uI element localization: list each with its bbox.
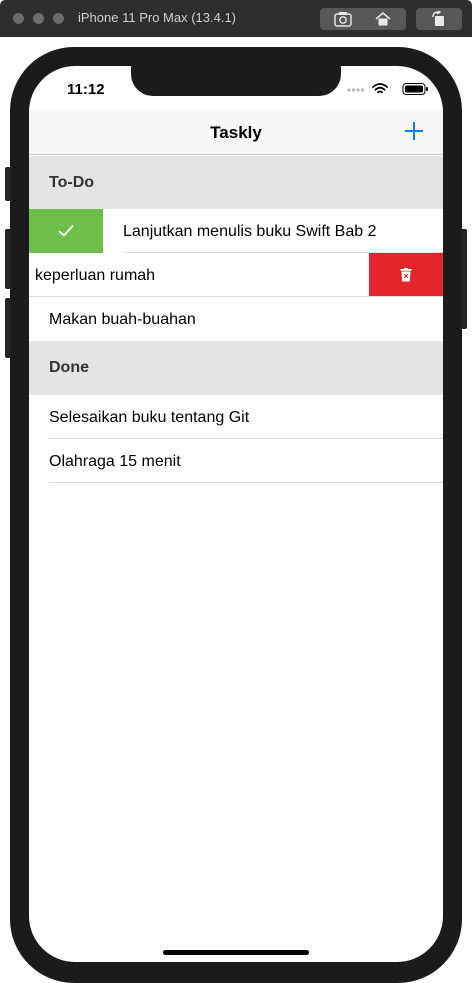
device-screen: 11:12 Taskly To-Do Lanjutkan menulis buk… [29, 66, 443, 962]
page-title: Taskly [210, 123, 262, 142]
navigation-bar: Taskly [29, 110, 443, 155]
battery-icon [402, 83, 428, 95]
zoom-window-button[interactable] [53, 13, 64, 24]
notch [131, 66, 341, 96]
simulator-title-bar: iPhone 11 Pro Max (13.4.1) [0, 0, 472, 37]
volume-up-button [5, 229, 11, 289]
camera-icon [334, 12, 352, 27]
silent-switch [5, 167, 11, 201]
close-window-button[interactable] [13, 13, 24, 24]
task-label: Olahraga 15 menit [49, 453, 181, 470]
checkmark-icon [58, 225, 74, 237]
task-row[interactable]: Makan buah-buahan [29, 297, 443, 341]
complete-action-button[interactable] [29, 209, 103, 253]
rotate-icon [432, 11, 444, 26]
home-icon [375, 11, 391, 26]
section-title: To-Do [49, 174, 95, 191]
task-row[interactable]: keperluan rumah [29, 253, 443, 297]
task-label: Makan buah-buahan [49, 311, 196, 328]
volume-down-button [5, 298, 11, 358]
section-header-todo: To-Do [29, 156, 443, 210]
status-indicators [347, 82, 431, 96]
rotate-button[interactable] [416, 8, 462, 30]
home-button[interactable] [360, 8, 406, 30]
home-indicator[interactable] [163, 950, 309, 955]
minimize-window-button[interactable] [33, 13, 44, 24]
delete-action-button[interactable] [369, 253, 443, 297]
status-time: 11:12 [67, 81, 105, 98]
window-title: iPhone 11 Pro Max (13.4.1) [78, 10, 237, 25]
trash-icon [400, 268, 412, 282]
wifi-icon [372, 83, 388, 94]
plus-icon [405, 122, 423, 140]
section-header-done: Done [29, 341, 443, 395]
add-task-button[interactable] [399, 116, 429, 146]
task-row[interactable]: Selesaikan buku tentang Git [29, 395, 443, 439]
side-power-button [461, 229, 467, 329]
section-title: Done [49, 359, 89, 376]
task-label: Lanjutkan menulis buku Swift Bab 2 [123, 223, 377, 240]
task-label: keperluan rumah [35, 267, 156, 284]
task-row[interactable]: Olahraga 15 menit [29, 439, 443, 483]
row-separator [49, 482, 443, 483]
task-label: Selesaikan buku tentang Git [49, 409, 250, 426]
task-row[interactable]: Lanjutkan menulis buku Swift Bab 2 [29, 209, 443, 253]
signal-icon [347, 88, 365, 92]
